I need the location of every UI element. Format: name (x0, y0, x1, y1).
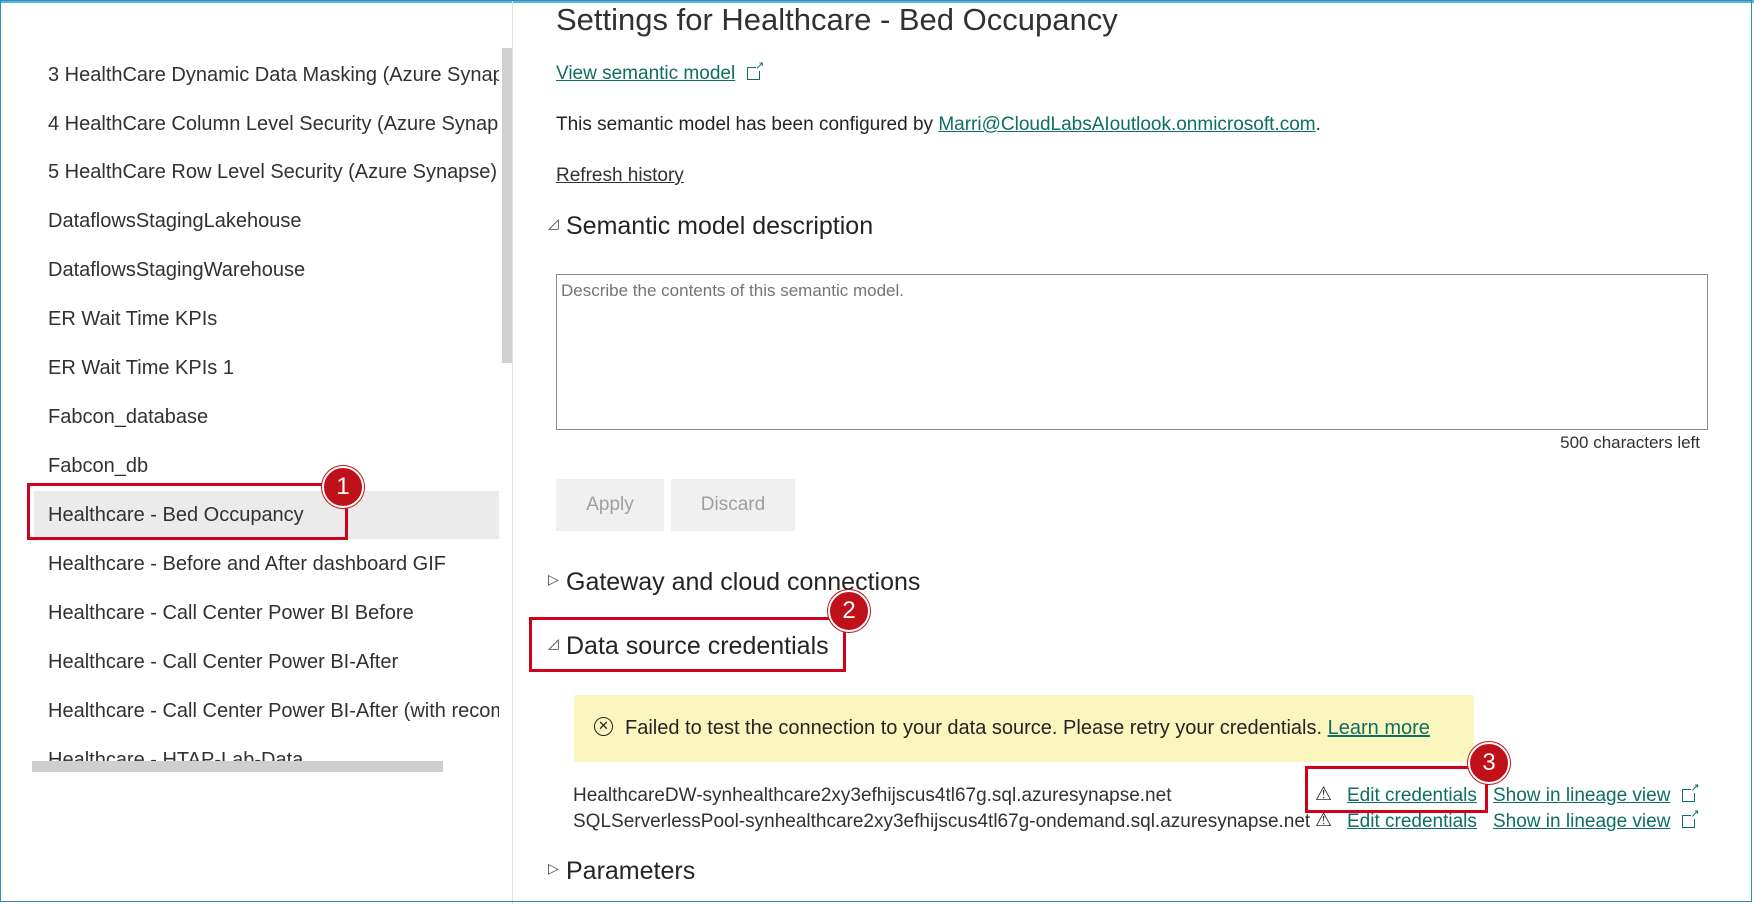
window-frame (0, 0, 1752, 902)
